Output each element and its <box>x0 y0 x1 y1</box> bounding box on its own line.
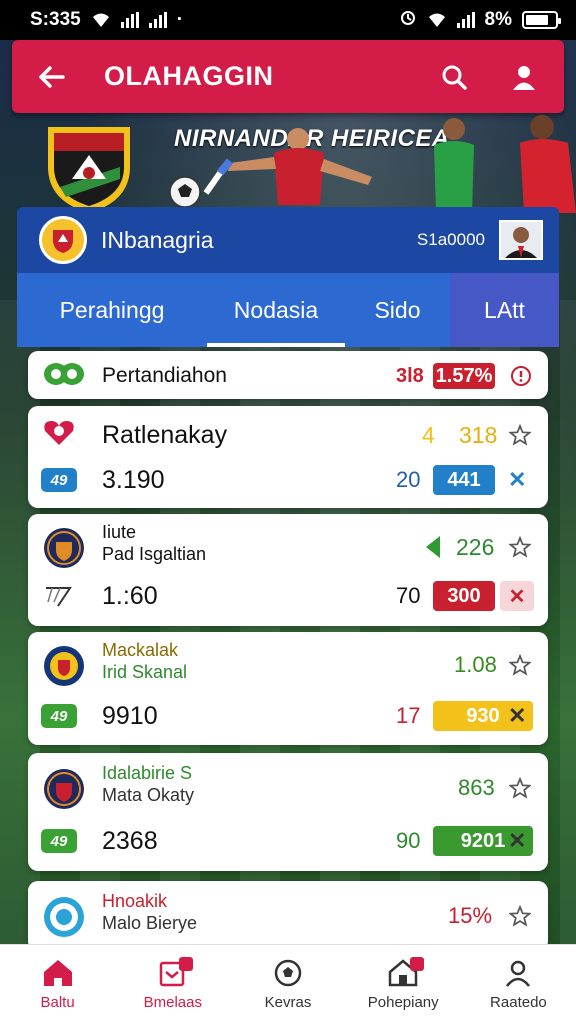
list-item[interactable]: Idalabirie S Mata Okaty 863 49 2368 90 9… <box>28 753 548 871</box>
back-arrow-icon[interactable] <box>36 62 66 92</box>
list-item[interactable]: Ratlenakay 4 318 49 3.190 20 441 ✕ <box>28 406 548 508</box>
notification-badge <box>409 957 424 971</box>
club-crest-icon <box>48 127 130 213</box>
tab-sido[interactable]: Sido <box>345 273 450 347</box>
search-icon[interactable] <box>436 59 472 95</box>
players-illustration <box>434 115 576 213</box>
match-count: 20 <box>396 467 421 492</box>
match-value: 2368 <box>102 826 158 855</box>
wifi-icon <box>91 12 111 28</box>
signal-icon <box>120 12 139 28</box>
app-header: OLAHAGGIN <box>12 40 564 113</box>
notification-badge <box>179 957 194 971</box>
battery-percent: 8% <box>484 9 512 30</box>
team-badge-icon <box>42 895 86 944</box>
team-name-away: Irid Skanal <box>102 662 188 682</box>
user-avatar[interactable] <box>499 220 543 260</box>
user-icon <box>506 960 531 987</box>
team-badge-icon <box>42 767 86 816</box>
team-name-away: Malo Bierye <box>102 913 198 933</box>
match-count: 90 <box>396 828 421 853</box>
odds-pill[interactable]: 300 <box>433 581 495 611</box>
close-icon[interactable]: ✕ <box>500 581 534 611</box>
team-name-home: Idalabirie S <box>102 763 193 783</box>
match-value: 9910 <box>102 701 158 730</box>
match-value: 1.:60 <box>102 581 158 610</box>
ball-icon <box>274 959 302 987</box>
team-name-away: Pad Isgaltian <box>102 544 207 564</box>
profile-icon[interactable] <box>506 59 542 95</box>
close-icon[interactable]: ✕ <box>508 828 526 854</box>
nav-events[interactable]: Kevras <box>230 945 345 1024</box>
match-name: Ratlenakay <box>102 420 228 449</box>
tab-bar: Perahingg Nodasia Sido LAtt <box>17 273 559 347</box>
wifi-icon-right <box>427 12 447 28</box>
battery-icon <box>522 11 561 29</box>
status-bar: S:335 · 8% <box>0 0 576 40</box>
odds-pill[interactable]: 441 <box>433 465 495 495</box>
signal-icon-2 <box>148 12 167 28</box>
match-odds: 1.08 <box>454 652 497 677</box>
tab-latt[interactable]: LAtt <box>450 273 559 347</box>
nav-home[interactable]: Baltu <box>0 945 115 1024</box>
team-balance: S1a0000 <box>416 230 485 249</box>
match-odds: 15% <box>448 903 493 928</box>
team-badge-icon <box>42 360 86 393</box>
tab-perahingg[interactable]: Perahingg <box>17 273 207 347</box>
close-icon[interactable]: ✕ <box>508 703 526 729</box>
odds-type-icon: 49 <box>41 829 77 853</box>
status-dot: · <box>176 9 184 30</box>
star-icon[interactable] <box>508 776 532 799</box>
list-item[interactable]: Mackalak Irid Skanal 1.08 49 9910 17 930… <box>28 632 548 745</box>
trend-arrow-icon <box>426 536 440 558</box>
nav-stadium[interactable]: Pohepiany <box>346 945 461 1024</box>
match-name: Pertandiahon <box>102 364 227 387</box>
list-item[interactable]: Pertandiahon 3l8 1.57% <box>28 351 548 399</box>
nav-messages[interactable]: Bmelaas <box>115 945 230 1024</box>
star-icon[interactable] <box>508 423 532 446</box>
star-icon[interactable] <box>508 653 532 676</box>
match-score: 4 <box>422 421 435 448</box>
team-logo-icon <box>39 216 87 264</box>
hero-banner: NIRNANDAR HEIRICEA <box>0 113 576 213</box>
star-icon[interactable] <box>508 535 532 558</box>
home-icon <box>43 960 72 986</box>
alarm-icon <box>399 8 417 32</box>
signal-icon-right <box>456 12 475 28</box>
star-icon[interactable] <box>508 904 532 927</box>
team-badge-icon <box>42 644 86 693</box>
odds-pill[interactable]: 1.57% <box>433 363 495 389</box>
football-icon <box>169 176 201 208</box>
match-count: 70 <box>396 583 421 608</box>
odds-type-icon: 49 <box>41 468 77 492</box>
match-count: 17 <box>396 703 421 728</box>
match-value: 3.190 <box>102 465 165 494</box>
match-odds: 226 <box>456 534 495 560</box>
team-name-home: Iiute <box>102 522 137 542</box>
team-name-away: Mata Okaty <box>102 785 195 805</box>
team-name-home: Hnoakik <box>102 891 168 911</box>
page-title: OLAHAGGIN <box>104 61 274 91</box>
list-item[interactable]: Hnoakik Malo Bierye 15% <box>28 881 548 951</box>
info-icon[interactable] <box>510 365 532 387</box>
player-illustration <box>203 128 372 205</box>
status-time: S:335 <box>30 9 81 30</box>
team-card: INbanagria S1a0000 Perahingg Nodasia Sid… <box>17 207 559 347</box>
tab-nodasia[interactable]: Nodasia <box>207 273 345 347</box>
whistle-icon <box>44 580 74 613</box>
team-badge-icon <box>42 526 86 575</box>
match-odds: 318 <box>459 421 498 448</box>
close-icon[interactable]: ✕ <box>508 467 526 493</box>
odds-type-icon: 49 <box>41 704 77 728</box>
bottom-navigation: Baltu Bmelaas Kevras Pohepiany Raatedo <box>0 944 576 1024</box>
match-score: 3l8 <box>396 364 424 387</box>
team-name: INbanagria <box>101 226 214 253</box>
match-odds: 863 <box>458 775 495 800</box>
list-item[interactable]: Iiute Pad Isgaltian 226 1.:60 70 300 ✕ <box>28 514 548 626</box>
nav-profile[interactable]: Raatedo <box>461 945 576 1024</box>
team-card-header: INbanagria S1a0000 <box>17 207 559 273</box>
team-badge-icon <box>42 419 76 452</box>
team-name-home: Mackalak <box>102 640 179 660</box>
